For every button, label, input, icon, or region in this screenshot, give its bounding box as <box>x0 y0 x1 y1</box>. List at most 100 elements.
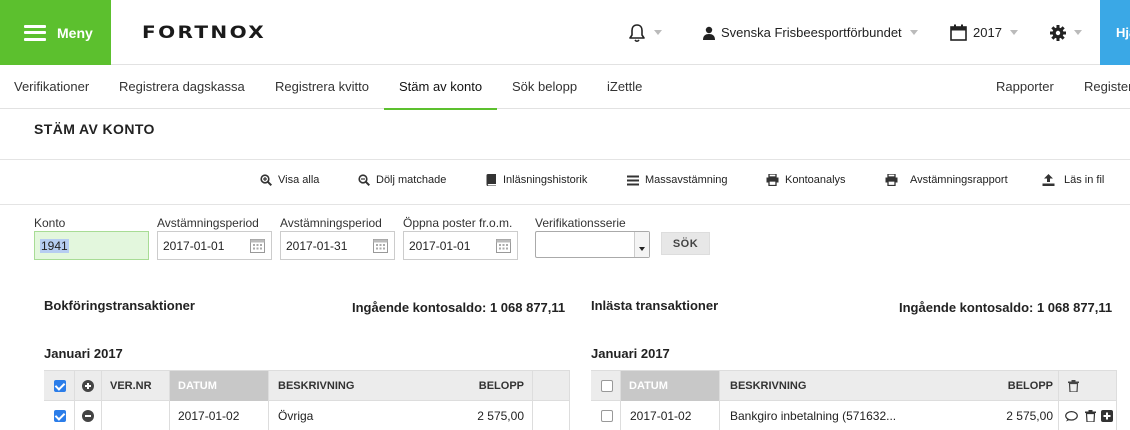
calendar-icon[interactable] <box>373 238 388 253</box>
calendar-icon <box>950 24 967 41</box>
row-checkbox[interactable] <box>601 410 613 422</box>
tab-registrera-dagskassa[interactable]: Registrera dagskassa <box>119 65 245 109</box>
period-to-value: 2017-01-31 <box>286 238 348 253</box>
tab-verifikationer[interactable]: Verifikationer <box>14 65 89 109</box>
chevron-down-icon <box>634 232 649 257</box>
cell-belopp: 2 575,00 <box>477 409 524 423</box>
column-vernr[interactable]: VER.NR <box>110 371 152 401</box>
bell-icon <box>629 23 645 42</box>
collapse-icon[interactable] <box>82 410 94 422</box>
chevron-down-icon <box>909 30 918 35</box>
konto-input[interactable]: 1941 <box>34 231 149 260</box>
konto-value: 1941 <box>40 238 69 253</box>
open-from-input[interactable]: 2017-01-01 <box>403 231 518 260</box>
table-row[interactable]: 2017-01-02 Övriga 2 575,00 <box>44 402 570 430</box>
right-opening-balance: Ingående kontosaldo: 1 068 877,11 <box>899 300 1113 315</box>
user-icon <box>703 26 715 40</box>
cell-datum: 2017-01-02 <box>178 409 240 423</box>
notifications-button[interactable] <box>628 0 662 65</box>
print-icon <box>885 174 898 186</box>
comment-icon[interactable] <box>1065 411 1078 422</box>
zoom-in-icon <box>260 174 272 186</box>
cell-datum: 2017-01-02 <box>630 409 692 423</box>
import-history-button[interactable]: Inläsningshistorik <box>486 174 587 186</box>
search-button[interactable]: SÖK <box>661 232 710 255</box>
tab-registrera-kvitto[interactable]: Registrera kvitto <box>275 65 369 109</box>
divider <box>0 159 1130 160</box>
series-select[interactable] <box>535 231 650 258</box>
year-selector[interactable]: 2017 <box>950 0 1018 65</box>
list-icon <box>627 175 639 185</box>
menu-button[interactable]: Meny <box>0 0 111 65</box>
table-row[interactable]: 2017-01-02 Bankgiro inbetalning (571632.… <box>591 402 1117 430</box>
chevron-down-icon <box>1009 30 1018 35</box>
mass-reconciliation-button[interactable]: Massavstämning <box>627 174 728 186</box>
calendar-icon[interactable] <box>250 238 265 253</box>
left-month-heading: Januari 2017 <box>44 346 123 361</box>
account-analysis-label: Kontoanalys <box>785 174 846 186</box>
left-panel-title: Bokföringstransaktioner <box>44 298 195 313</box>
period-to-input[interactable]: 2017-01-31 <box>280 231 395 260</box>
trash-icon[interactable] <box>1085 410 1096 422</box>
chevron-down-icon <box>654 30 662 35</box>
period-from-label: Avstämningsperiod <box>157 216 259 230</box>
right-month-heading: Januari 2017 <box>591 346 670 361</box>
column-beskrivning[interactable]: BESKRIVNING <box>730 371 806 401</box>
calendar-icon[interactable] <box>496 238 511 253</box>
konto-label: Konto <box>34 216 66 230</box>
left-opening-balance: Ingående kontosaldo: 1 068 877,11 <box>352 300 566 315</box>
import-history-label: Inläsningshistorik <box>503 174 588 186</box>
page-title: STÄM AV KONTO <box>34 121 155 137</box>
fortnox-logo[interactable]: FORTNOX <box>142 23 266 43</box>
account-analysis-button[interactable]: Kontoanalys <box>766 174 846 186</box>
print-icon <box>766 174 779 186</box>
tab-rapporter[interactable]: Rapporter <box>996 65 1054 109</box>
column-belopp[interactable]: BELOPP <box>444 371 524 401</box>
company-name: Svenska Frisbeesportförbundet <box>721 25 902 40</box>
expand-all-icon[interactable] <box>82 380 94 392</box>
help-button[interactable]: Hjälp <box>1100 0 1130 65</box>
imported-transactions-table: DATUM BESKRIVNING BELOPP 2017-01-02 Bank… <box>591 370 1117 430</box>
cell-beskrivning: Bankgiro inbetalning (571632... <box>730 409 897 423</box>
company-selector[interactable]: Svenska Frisbeesportförbundet <box>702 0 918 65</box>
tab-izettle[interactable]: iZettle <box>607 65 642 109</box>
column-datum[interactable]: DATUM <box>621 371 719 401</box>
year-value: 2017 <box>973 25 1002 40</box>
tab-stam-av-konto[interactable]: Stäm av konto <box>383 65 498 110</box>
period-from-value: 2017-01-01 <box>163 238 225 253</box>
table-header: VER.NR DATUM BESKRIVNING BELOPP <box>44 371 570 401</box>
column-belopp[interactable]: BELOPP <box>971 371 1053 401</box>
column-beskrivning[interactable]: BESKRIVNING <box>278 371 354 401</box>
tab-register[interactable]: Register <box>1084 65 1130 109</box>
series-label: Verifikationsserie <box>535 216 626 230</box>
hide-matched-label: Dölj matchade <box>376 174 447 186</box>
booking-transactions-table: VER.NR DATUM BESKRIVNING BELOPP 2017-01-… <box>44 370 570 430</box>
show-all-label: Visa alla <box>278 174 320 186</box>
reconciliation-report-button[interactable]: Avstämningsrapport <box>885 174 1008 186</box>
add-icon[interactable] <box>1101 410 1113 422</box>
menu-label: Meny <box>57 24 93 41</box>
right-panel-title: Inlästa transaktioner <box>591 298 719 313</box>
period-from-input[interactable]: 2017-01-01 <box>157 231 272 260</box>
select-all-checkbox[interactable] <box>601 380 613 392</box>
hamburger-icon <box>24 24 46 41</box>
open-from-value: 2017-01-01 <box>409 238 471 253</box>
sub-navigation: Verifikationer Registrera dagskassa Regi… <box>0 65 1130 110</box>
tab-sok-belopp[interactable]: Sök belopp <box>512 65 577 109</box>
import-file-button[interactable]: Läs in fil <box>1042 174 1104 186</box>
settings-button[interactable] <box>1050 0 1082 65</box>
show-all-button[interactable]: Visa alla <box>260 174 319 186</box>
import-file-label: Läs in fil <box>1064 174 1105 186</box>
open-from-label: Öppna poster fr.o.m. <box>403 216 513 230</box>
hide-matched-button[interactable]: Dölj matchade <box>358 174 446 186</box>
trash-icon[interactable] <box>1068 380 1079 392</box>
row-checkbox[interactable] <box>54 410 66 422</box>
column-datum[interactable]: DATUM <box>170 371 268 401</box>
cell-beskrivning: Övriga <box>278 409 314 423</box>
select-all-checkbox[interactable] <box>54 380 66 392</box>
table-header: DATUM BESKRIVNING BELOPP <box>591 371 1117 401</box>
divider <box>0 204 1130 205</box>
cell-belopp: 2 575,00 <box>1006 409 1053 423</box>
period-to-label: Avstämningsperiod <box>280 216 382 230</box>
chevron-down-icon <box>1074 30 1082 35</box>
